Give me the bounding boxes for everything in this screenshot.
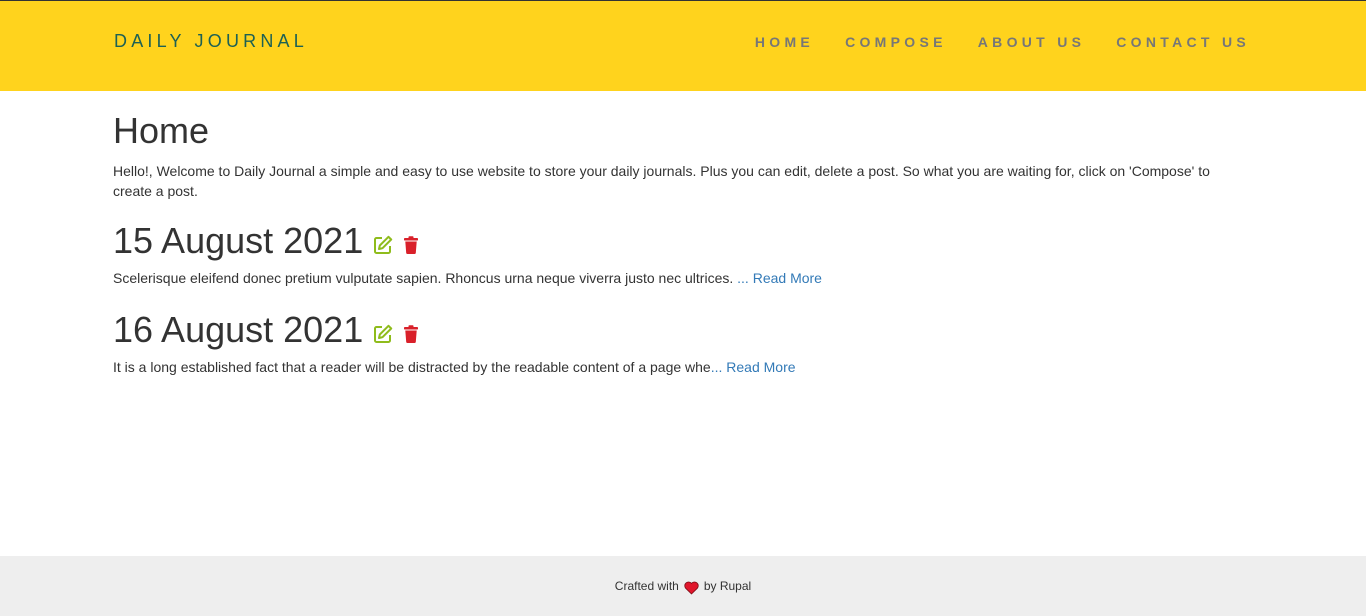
footer-suffix: by Rupal (703, 579, 752, 593)
post: 16 August 2021 It is a long established … (113, 308, 1253, 377)
post: 15 August 2021 Scelerisque eleifend done… (113, 219, 1253, 288)
brand-logo-link[interactable]: DAILY JOURNAL (114, 31, 308, 52)
footer-prefix: Crafted with (614, 579, 679, 593)
heart-icon (684, 581, 699, 595)
navbar: DAILY JOURNAL HOME COMPOSE ABOUT US CONT… (0, 1, 1366, 91)
post-header: 16 August 2021 (113, 308, 1253, 352)
nav-about-us[interactable]: ABOUT US (978, 34, 1086, 50)
trash-icon[interactable] (401, 235, 421, 255)
edit-icon[interactable] (373, 235, 393, 255)
footer: Crafted with by Rupal (0, 556, 1366, 616)
post-header: 15 August 2021 (113, 219, 1253, 263)
trash-icon[interactable] (401, 324, 421, 344)
nav-contact-us[interactable]: CONTACT US (1116, 34, 1250, 50)
post-excerpt-text: It is a long established fact that a rea… (113, 359, 711, 375)
nav-home[interactable]: HOME (755, 34, 814, 50)
edit-icon[interactable] (373, 324, 393, 344)
main-content: Home Hello!, Welcome to Daily Journal a … (113, 91, 1253, 377)
intro-text: Hello!, Welcome to Daily Journal a simpl… (113, 163, 1210, 199)
read-more-link[interactable]: ... Read More (711, 359, 796, 375)
post-excerpt-text: Scelerisque eleifend donec pretium vulpu… (113, 270, 738, 286)
post-date: 16 August 2021 (113, 309, 364, 350)
main-nav: HOME COMPOSE ABOUT US CONTACT US (755, 34, 1250, 50)
post-date: 15 August 2021 (113, 220, 364, 261)
page-title: Home (113, 110, 210, 151)
read-more-link[interactable]: ... Read More (737, 270, 822, 286)
post-excerpt: Scelerisque eleifend donec pretium vulpu… (113, 268, 1253, 288)
post-excerpt: It is a long established fact that a rea… (113, 357, 1253, 377)
nav-compose[interactable]: COMPOSE (845, 34, 947, 50)
